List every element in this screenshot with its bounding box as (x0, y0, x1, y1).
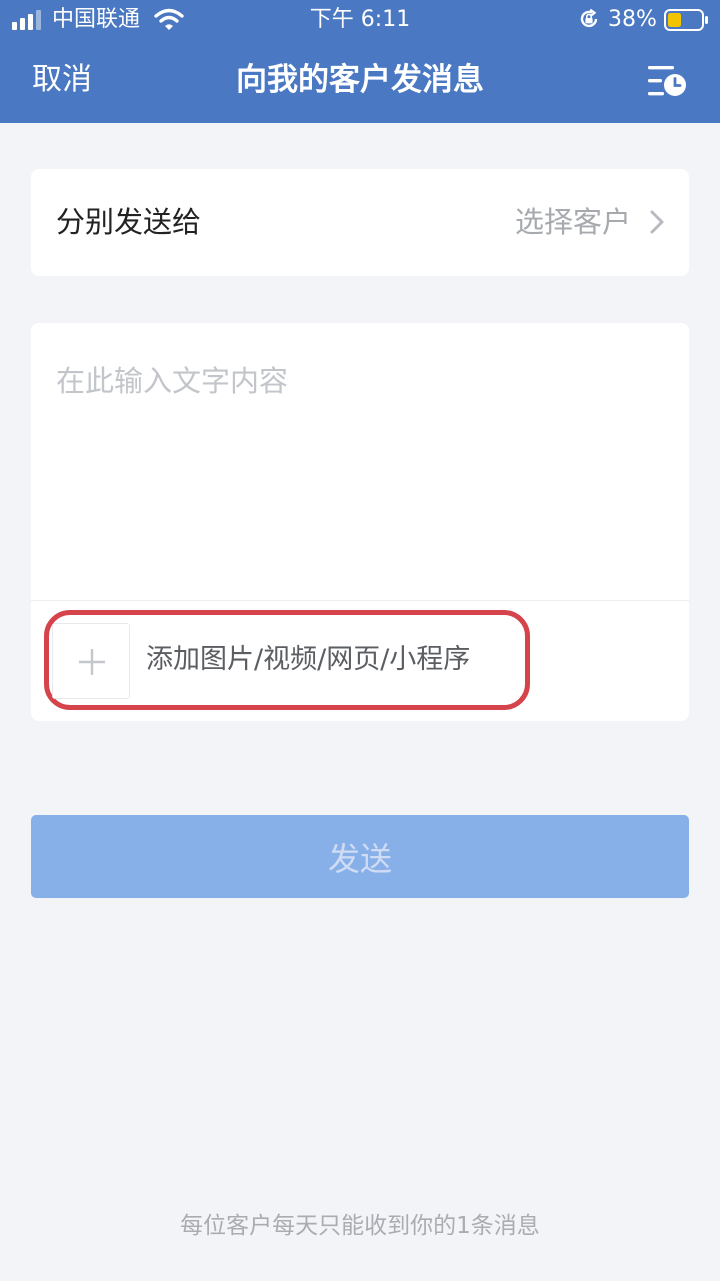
add-attachment-box[interactable] (52, 623, 130, 699)
add-attachment-button[interactable]: 添加图片/视频/网页/小程序 (52, 623, 522, 699)
composer-divider (31, 600, 689, 601)
message-text-input[interactable] (31, 323, 689, 600)
plus-icon (79, 649, 105, 675)
recipients-label: 分别发送给 (56, 205, 202, 239)
message-composer: 添加图片/视频/网页/小程序 (31, 323, 689, 721)
status-bar: 中国联通 下午 6:11 38% (0, 0, 720, 40)
battery-percent: 38% (608, 7, 657, 32)
select-customer-link[interactable]: 选择客户 (515, 202, 631, 242)
send-button[interactable]: 发送 (31, 815, 689, 898)
chevron-right-icon (650, 210, 664, 234)
top-bar: 中国联通 下午 6:11 38% 取消 向我的客户发消息 (0, 0, 720, 123)
nav-bar: 取消 向我的客户发消息 (0, 40, 720, 123)
battery-icon (664, 9, 708, 31)
rotation-lock-icon (580, 8, 598, 28)
cancel-button[interactable]: 取消 (32, 60, 92, 100)
history-list-icon[interactable] (646, 64, 688, 98)
daily-limit-note: 每位客户每天只能收到你的1条消息 (180, 1213, 540, 1239)
recipients-row[interactable]: 分别发送给 选择客户 (31, 169, 689, 276)
add-attachment-label: 添加图片/视频/网页/小程序 (146, 644, 471, 675)
page-title: 向我的客户发消息 (236, 62, 484, 98)
